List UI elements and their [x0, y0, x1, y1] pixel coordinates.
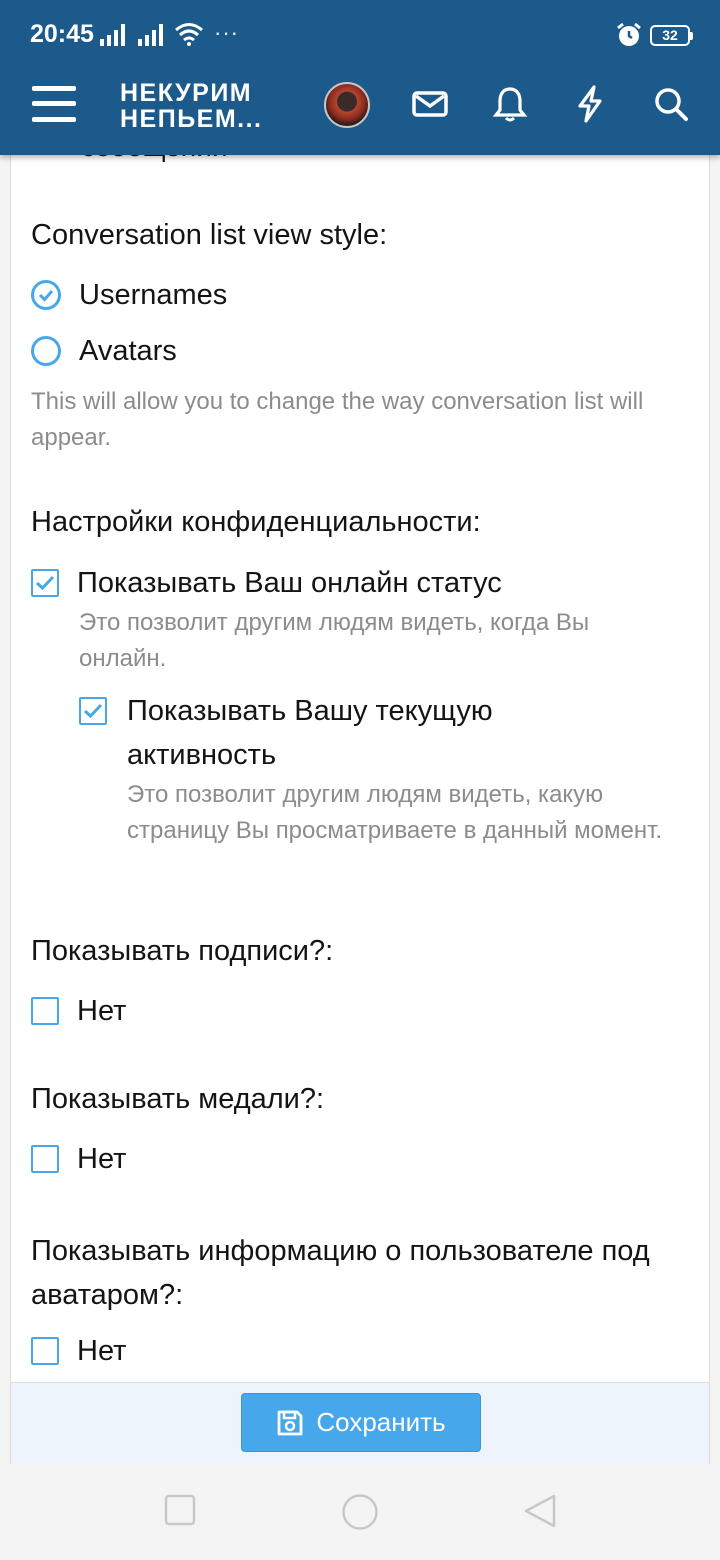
signatures-title: Показывать подписи?:	[31, 935, 334, 967]
more-status-icons: ···	[214, 20, 239, 45]
recent-apps-icon[interactable]	[164, 1494, 196, 1526]
radio-avatars[interactable]: Avatars	[31, 329, 177, 373]
status-bar: 20:45 ··· 32	[0, 0, 720, 70]
save-button-label: Сохранить	[316, 1407, 446, 1437]
conversation-style-title: Conversation list view style:	[31, 219, 388, 251]
menu-icon[interactable]	[32, 84, 76, 124]
form-footer: Сохранить	[10, 1382, 710, 1464]
conversation-style-hint: This will allow you to change the way co…	[31, 388, 644, 451]
signatures-option-label: Нет	[77, 995, 127, 1027]
online-status-label: Показывать Ваш онлайн статус	[77, 567, 502, 599]
current-activity-label[interactable]: Показывать Вашу текущую активность	[127, 689, 607, 777]
radio-checked-icon[interactable]	[31, 280, 61, 310]
checkbox-signatures[interactable]: Нет	[31, 989, 126, 1033]
checkbox-unchecked-icon[interactable]	[31, 997, 59, 1025]
status-time: 20:45	[30, 20, 94, 48]
save-icon	[277, 1410, 303, 1435]
signal-icon-2	[138, 24, 163, 46]
bolt-icon[interactable]	[570, 84, 610, 124]
logo-line-2: НЕПЬЕМ...	[120, 105, 263, 133]
system-nav-bar	[0, 1464, 720, 1560]
battery-icon: 32	[650, 25, 693, 46]
bell-icon[interactable]	[490, 84, 530, 124]
cutoff-text: сообщений	[81, 155, 228, 163]
checkbox-medals[interactable]: Нет	[31, 1137, 126, 1181]
checkbox-current-activity[interactable]	[79, 697, 107, 725]
medals-option-label: Нет	[77, 1143, 127, 1175]
user-avatar[interactable]	[324, 82, 370, 128]
back-icon[interactable]	[522, 1493, 558, 1529]
site-logo[interactable]: НЕКУРИМ НЕПЬЕМ...	[120, 80, 263, 132]
online-status-hint: Это позволит другим людям видеть, когда …	[79, 609, 590, 672]
radio-avatars-label: Avatars	[79, 335, 177, 367]
signal-icon	[100, 24, 125, 46]
privacy-title: Настройки конфиденциальности:	[31, 506, 481, 538]
user-info-option-label: Нет	[77, 1335, 127, 1367]
wifi-icon	[175, 23, 203, 46]
radio-usernames[interactable]: Usernames	[31, 273, 227, 317]
save-button[interactable]: Сохранить	[241, 1393, 481, 1452]
current-activity-hint: Это позволит другим людям видеть, какую …	[127, 781, 663, 844]
checkbox-checked-icon[interactable]	[31, 569, 59, 597]
alarm-icon	[617, 22, 641, 46]
user-info-title: Показывать информацию о пользователе под…	[31, 1235, 650, 1311]
checkbox-user-info[interactable]: Нет	[31, 1329, 126, 1373]
radio-unchecked-icon[interactable]	[31, 336, 61, 366]
top-bar: 20:45 ··· 32 НЕКУРИМ НЕПЬЕМ...	[0, 0, 720, 155]
app-header: НЕКУРИМ НЕПЬЕМ...	[0, 70, 720, 155]
home-icon[interactable]	[341, 1493, 379, 1531]
preferences-form: сообщений Conversation list view style: …	[10, 155, 710, 1382]
checkbox-online-status[interactable]: Показывать Ваш онлайн статус	[31, 561, 502, 605]
medals-title: Показывать медали?:	[31, 1083, 325, 1115]
search-icon[interactable]	[651, 84, 691, 124]
checkbox-unchecked-icon[interactable]	[31, 1337, 59, 1365]
envelope-icon[interactable]	[410, 84, 450, 124]
checkbox-unchecked-icon[interactable]	[31, 1145, 59, 1173]
radio-usernames-label: Usernames	[79, 279, 228, 311]
logo-line-1: НЕКУРИМ	[120, 79, 253, 107]
